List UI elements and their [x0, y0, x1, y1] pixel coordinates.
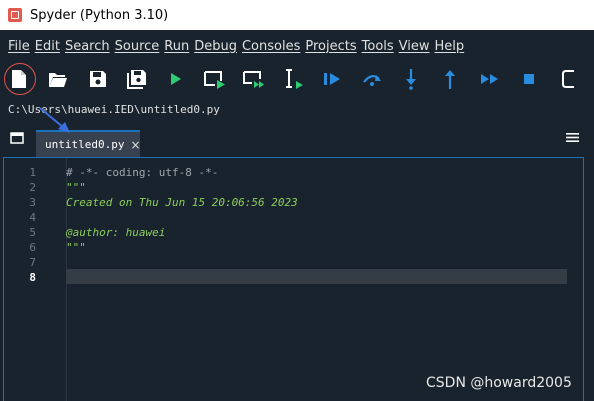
run-cell-advance-icon [243, 71, 265, 88]
menu-debug[interactable]: Debug [193, 39, 238, 54]
watermark-text: CSDN @howard2005 [426, 375, 572, 391]
new-file-button[interactable] [4, 63, 36, 95]
step-return-button[interactable] [437, 65, 463, 93]
code-line: """ [66, 181, 86, 194]
stop-button[interactable] [516, 65, 542, 93]
line-number: 7 [29, 256, 36, 269]
run-selection-button[interactable] [280, 65, 306, 93]
code-line: Created on Thu Jun 15 20:06:56 2023 [66, 196, 298, 209]
browse-tabs-icon[interactable] [10, 132, 24, 144]
code-line: # -*- coding: utf-8 -*- [66, 166, 219, 179]
tab-untitled0[interactable]: untitled0.py × [36, 130, 141, 157]
menu-file[interactable]: File [7, 39, 31, 54]
menu-edit[interactable]: Edit [34, 39, 61, 54]
run-selection-icon [285, 69, 303, 89]
window-title: Spyder (Python 3.10) [30, 7, 169, 23]
open-file-icon [49, 72, 68, 87]
maximize-icon [561, 70, 574, 88]
file-path-bar: C:\Users\huawei.IED\untitled0.py [0, 99, 594, 119]
line-number: 5 [29, 226, 36, 239]
run-cell-advance-button[interactable] [241, 65, 267, 93]
step-over-button[interactable] [359, 65, 385, 93]
open-file-button[interactable] [45, 65, 71, 93]
spyder-app-icon [8, 8, 22, 22]
tab-label: untitled0.py [45, 138, 125, 151]
line-number: 4 [29, 211, 36, 224]
tab-close-icon[interactable]: × [130, 138, 140, 152]
menu-consoles[interactable]: Consoles [241, 39, 301, 54]
save-button[interactable] [84, 65, 110, 93]
main-toolbar [0, 62, 594, 96]
current-line-highlight [66, 269, 567, 284]
step-return-icon [445, 70, 456, 89]
line-number: 6 [29, 241, 36, 254]
menu-run[interactable]: Run [163, 39, 190, 54]
menu-source[interactable]: Source [114, 39, 161, 54]
menu-projects[interactable]: Projects [304, 39, 357, 54]
step-over-icon [363, 75, 381, 86]
stop-icon [523, 74, 534, 84]
run-cell-button[interactable] [202, 65, 228, 93]
code-line: """ [66, 241, 86, 254]
line-number: 3 [29, 196, 36, 209]
current-line-number: 8 [29, 271, 36, 284]
continue-icon [480, 74, 498, 84]
line-number-gutter: 1 2 3 4 5 6 7 8 [4, 158, 62, 401]
menu-search[interactable]: Search [64, 39, 111, 54]
options-menu-icon[interactable] [566, 132, 579, 143]
save-all-button[interactable] [124, 65, 150, 93]
code-editor[interactable]: 1 2 3 4 5 6 7 8 # -*- coding: utf-8 -*- … [3, 157, 584, 401]
step-into-button[interactable] [398, 65, 424, 93]
title-bar: Spyder (Python 3.10) [0, 0, 594, 30]
continue-button[interactable] [476, 65, 502, 93]
menu-tools[interactable]: Tools [361, 39, 395, 54]
file-path: C:\Users\huawei.IED\untitled0.py [8, 102, 220, 116]
highlight-circle [4, 63, 36, 95]
editor-tab-bar: untitled0.py × [0, 120, 594, 157]
menu-bar: File Edit Search Source Run Debug Consol… [0, 33, 594, 59]
line-number: 1 [29, 166, 36, 179]
save-all-icon [126, 70, 146, 89]
run-icon [170, 73, 181, 85]
maximize-button[interactable] [555, 65, 581, 93]
run-button[interactable] [163, 65, 189, 93]
step-into-icon [406, 69, 417, 90]
debug-icon [323, 73, 340, 85]
line-number: 2 [29, 181, 36, 194]
menu-help[interactable]: Help [434, 39, 466, 54]
menu-view[interactable]: View [398, 39, 431, 54]
save-icon [89, 71, 106, 87]
debug-button[interactable] [320, 65, 346, 93]
run-cell-icon [204, 71, 226, 89]
code-area[interactable]: # -*- coding: utf-8 -*- """ Created on T… [66, 158, 583, 401]
code-line: @author: huawei [66, 226, 166, 239]
